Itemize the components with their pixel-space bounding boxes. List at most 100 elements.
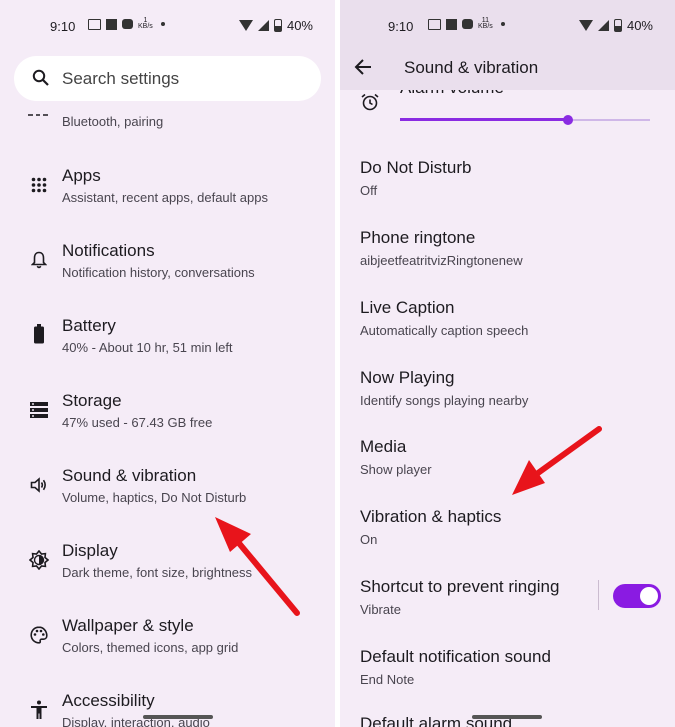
setting-phone-ringtone[interactable]: Phone ringtone aibjeetfeatritvizRingtone…: [360, 228, 523, 268]
battery-status-icon: [273, 19, 282, 32]
setting-sub: Off: [360, 183, 378, 198]
app-notification-icon: [106, 18, 117, 30]
wifi-icon: [238, 20, 253, 31]
settings-list: Apps Assistant, recent apps, default app…: [0, 150, 335, 727]
chat-icon: [462, 19, 473, 29]
settings-item-sub: Dark theme, font size, brightness: [62, 565, 253, 580]
search-icon: [32, 69, 49, 86]
setting-sub: Show player: [360, 462, 432, 477]
setting-title: Default notification sound: [360, 647, 551, 666]
connected-devices-icon: [28, 114, 48, 116]
alarm-volume-thumb[interactable]: [562, 115, 573, 125]
signal-icon: [257, 20, 269, 31]
setting-sub: On: [360, 532, 378, 547]
status-time: 9:10: [50, 19, 76, 34]
setting-title: Now Playing: [360, 368, 455, 387]
setting-title: Live Caption: [360, 298, 455, 317]
more-notifications-icon: [160, 22, 165, 26]
setting-now-playing[interactable]: Now Playing Identify songs playing nearb…: [360, 368, 528, 408]
settings-item-title: Storage: [62, 391, 122, 410]
setting-vibration-haptics[interactable]: Vibration & haptics On: [360, 507, 501, 547]
prevent-ringing-toggle[interactable]: [613, 584, 661, 608]
brightness-icon: [28, 549, 50, 571]
status-bar: 9:10 1 KB/s 40%: [0, 0, 335, 50]
settings-item-notifications[interactable]: Notifications Notification history, conv…: [0, 225, 335, 300]
battery-percent: 40%: [286, 18, 313, 33]
gesture-handle[interactable]: [472, 715, 542, 719]
settings-item-title: Wallpaper & style: [62, 616, 194, 635]
settings-item-storage[interactable]: Storage 47% used - 67.43 GB free: [0, 375, 335, 450]
setting-title: Media: [360, 437, 407, 456]
settings-item-title: Accessibility: [62, 691, 155, 710]
signal-icon: [597, 20, 609, 31]
search-placeholder: Search settings: [62, 69, 180, 88]
setting-title: Phone ringtone: [360, 228, 476, 247]
setting-live-caption[interactable]: Live Caption Automatically caption speec…: [360, 298, 528, 338]
settings-item-sub: Colors, themed icons, app grid: [62, 640, 239, 655]
settings-item-apps[interactable]: Apps Assistant, recent apps, default app…: [0, 150, 335, 225]
chat-icon: [122, 19, 133, 29]
settings-item-wallpaper-style[interactable]: Wallpaper & style Colors, themed icons, …: [0, 600, 335, 675]
speaker-icon: [28, 474, 50, 496]
setting-title: Shortcut to prevent ringing: [360, 577, 560, 596]
mail-icon: [88, 18, 101, 30]
alarm-clock-icon: [361, 93, 379, 111]
sound-vibration-screen: 9:10 11KB/s 40% Alarm volume Sound & vib…: [340, 0, 675, 727]
battery-status-icon: [613, 19, 622, 32]
search-bar[interactable]: Search settings: [14, 56, 321, 101]
top-app-bar: Sound & vibration: [340, 48, 675, 90]
alarm-volume-fill: [400, 118, 568, 121]
page-title: Sound & vibration: [404, 58, 539, 77]
battery-percent: 40%: [626, 18, 653, 33]
connected-devices-item[interactable]: Bluetooth, pairing: [0, 104, 335, 134]
wifi-icon: [578, 20, 593, 31]
status-bar: 9:10 11 KB/s 40%: [340, 0, 675, 50]
setting-shortcut-prevent-ringing[interactable]: Shortcut to prevent ringing Vibrate: [360, 577, 559, 617]
settings-item-sub: Volume, haptics, Do Not Disturb: [62, 490, 247, 505]
toggle-divider: [598, 580, 599, 610]
setting-do-not-disturb[interactable]: Do Not Disturb Off: [360, 158, 471, 198]
settings-item-title: Display: [62, 541, 118, 560]
settings-item-title: Apps: [62, 166, 101, 185]
settings-item-sub: 47% used - 67.43 GB free: [62, 415, 213, 430]
settings-screen: 9:10 1 KB/s 40% Search settings Bluetooth…: [0, 0, 335, 727]
more-notifications-icon: [500, 22, 505, 26]
storage-icon: [28, 399, 50, 421]
settings-item-battery[interactable]: Battery 40% - About 10 hr, 51 min left: [0, 300, 335, 375]
setting-media[interactable]: Media Show player: [360, 437, 432, 477]
setting-sub: Vibrate: [360, 602, 401, 617]
setting-sub: Identify songs playing nearby: [360, 393, 529, 408]
battery-icon: [28, 323, 50, 345]
settings-item-sub: Notification history, conversations: [62, 265, 255, 280]
apps-grid-icon: [28, 174, 50, 196]
settings-item-display[interactable]: Display Dark theme, font size, brightnes…: [0, 525, 335, 600]
mail-icon: [428, 18, 441, 30]
settings-item-accessibility[interactable]: Accessibility Display, interaction, audi…: [0, 675, 335, 727]
back-arrow-icon[interactable]: [354, 58, 372, 82]
settings-item-title: Sound & vibration: [62, 466, 197, 485]
bell-icon: [28, 249, 50, 271]
setting-sub: aibjeetfeatritvizRingtonenew: [360, 253, 523, 268]
settings-item-sub: 40% - About 10 hr, 51 min left: [62, 340, 233, 355]
network-speed: 1 KB/s: [138, 17, 153, 30]
setting-title: Do Not Disturb: [360, 158, 472, 177]
alarm-volume-label: Alarm volume: [400, 90, 504, 98]
accessibility-icon: [28, 699, 50, 721]
gesture-handle[interactable]: [143, 715, 213, 719]
network-speed: 11 KB/s: [478, 17, 493, 30]
settings-item-sub: Assistant, recent apps, default apps: [62, 190, 268, 205]
connected-devices-sub: Bluetooth, pairing: [62, 114, 164, 129]
settings-item-title: Battery: [62, 316, 116, 335]
alarm-volume-slider[interactable]: [400, 115, 650, 125]
setting-title: Vibration & haptics: [360, 507, 502, 526]
alarm-volume-row: Alarm volume: [340, 90, 675, 136]
settings-item-title: Notifications: [62, 241, 155, 260]
setting-default-notification-sound[interactable]: Default notification sound End Note: [360, 647, 551, 687]
setting-sub: Automatically caption speech: [360, 323, 529, 338]
app-notification-icon: [446, 18, 457, 30]
palette-icon: [28, 624, 50, 646]
status-time: 9:10: [388, 19, 414, 34]
toggle-knob: [640, 587, 658, 605]
settings-item-sound-vibration[interactable]: Sound & vibration Volume, haptics, Do No…: [0, 450, 335, 525]
setting-sub: End Note: [360, 672, 415, 687]
